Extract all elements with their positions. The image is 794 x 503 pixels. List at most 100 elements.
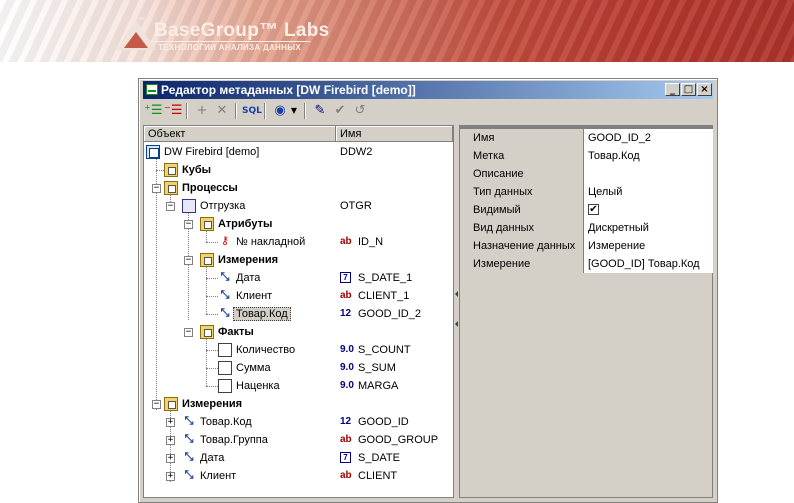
add-icon[interactable]: +: [193, 102, 211, 120]
tree-row[interactable]: + ⤡ Товар.Код 12 GOOD_ID: [144, 413, 453, 431]
collapse-icon[interactable]: −: [152, 400, 161, 409]
edit-icon[interactable]: ✎: [311, 102, 329, 120]
fact-icon: [218, 361, 232, 375]
tree-row[interactable]: ⚷ № накладной ab ID_N: [144, 233, 453, 251]
type-badge: 9.0: [340, 362, 354, 373]
toolbar-separator: [235, 103, 237, 119]
expand-icon[interactable]: +: [166, 418, 175, 427]
tree-row[interactable]: Сумма 9.0 S_SUM: [144, 359, 453, 377]
title-bar[interactable]: Редактор метаданных [DW Firebird [demo]]…: [143, 81, 713, 99]
tree-guide: [206, 278, 218, 279]
collapse-icon[interactable]: −: [184, 256, 193, 265]
splitter-arrow-icon: [455, 321, 458, 327]
tree-row[interactable]: − Факты: [144, 323, 453, 341]
remove-item-icon[interactable]: ⁻☰: [164, 102, 183, 120]
tree-row[interactable]: Наценка 9.0 MARGA: [144, 377, 453, 395]
expand-icon[interactable]: +: [166, 454, 175, 463]
tree-row-label: Количество: [236, 344, 296, 356]
tree-guide: [156, 170, 164, 171]
property-row[interactable]: Имя GOOD_ID_2: [462, 129, 713, 147]
close-button[interactable]: ×: [697, 83, 712, 96]
window-title: Редактор метаданных [DW Firebird [demo]]: [161, 83, 416, 97]
tree-row[interactable]: DW Firebird [demo] DDW2: [144, 143, 453, 161]
property-row[interactable]: Измерение [GOOD_ID] Товар.Код: [462, 255, 713, 273]
property-value[interactable]: [584, 165, 713, 183]
tree-row[interactable]: − Отгрузка OTGR: [144, 197, 453, 215]
tree-row[interactable]: Количество 9.0 S_COUNT: [144, 341, 453, 359]
add-item-icon[interactable]: ⁺☰: [144, 102, 163, 120]
tree-row[interactable]: − Измерения: [144, 395, 453, 413]
apply-icon[interactable]: ✔: [331, 102, 349, 120]
collapse-icon[interactable]: −: [184, 220, 193, 229]
type-badge: ab: [340, 470, 352, 481]
column-header-object[interactable]: Объект: [144, 126, 336, 142]
tree-row[interactable]: ⤡ Дата 7 S_DATE_1: [144, 269, 453, 287]
tree-guide: [206, 242, 218, 243]
property-key: Видимый: [462, 201, 584, 219]
tree-row[interactable]: − Процессы: [144, 179, 453, 197]
collapse-icon[interactable]: −: [184, 328, 193, 337]
expand-icon[interactable]: +: [166, 472, 175, 481]
undo-icon[interactable]: ↺: [351, 102, 369, 120]
tree-row[interactable]: Кубы: [144, 161, 453, 179]
tree-row-label: Кубы: [182, 164, 212, 176]
property-row[interactable]: Видимый ✔: [462, 201, 713, 219]
property-row[interactable]: Вид данных Дискретный: [462, 219, 713, 237]
folder-icon: [164, 397, 178, 411]
properties-panel: Имя GOOD_ID_2 Метка Товар.Код Описание Т…: [459, 125, 713, 498]
type-badge: 12: [340, 416, 352, 427]
toolbar-separator: [186, 103, 188, 119]
toolbar-separator: [304, 103, 306, 119]
tree-row-label: Клиент: [236, 290, 273, 302]
property-value[interactable]: Дискретный: [584, 219, 713, 237]
tree-guide: [206, 350, 218, 351]
property-row[interactable]: Назначение данных Измерение: [462, 237, 713, 255]
delete-icon[interactable]: ✕: [213, 102, 231, 120]
collapse-icon[interactable]: −: [166, 202, 175, 211]
tree-row-selected[interactable]: ⤡ Товар.Код 12 GOOD_ID_2: [144, 305, 453, 323]
tree-row-label: Факты: [218, 326, 254, 338]
tree-row[interactable]: + ⤡ Клиент ab CLIENT: [144, 467, 453, 485]
property-value[interactable]: Товар.Код: [584, 147, 713, 165]
tree-row-name: S_COUNT: [358, 344, 411, 356]
dropdown-icon[interactable]: ▼: [289, 102, 299, 120]
maximize-button[interactable]: □: [681, 83, 696, 96]
dimension-icon: ⤡: [184, 414, 194, 427]
key-attribute-icon: ⚷: [220, 234, 230, 247]
tree-row-name: GOOD_GROUP: [358, 434, 439, 446]
connect-icon[interactable]: ◉: [271, 102, 289, 120]
column-header-name[interactable]: Имя: [336, 126, 453, 142]
tree-row-label: DW Firebird [demo]: [164, 146, 260, 158]
type-badge: ab: [340, 236, 352, 247]
property-row[interactable]: Метка Товар.Код: [462, 147, 713, 165]
minimize-button[interactable]: _: [665, 83, 680, 96]
tree-row[interactable]: + ⤡ Дата 7 S_DATE: [144, 449, 453, 467]
tree-row[interactable]: − Измерения: [144, 251, 453, 269]
visible-checkbox[interactable]: ✔: [588, 204, 599, 215]
property-value[interactable]: Измерение: [584, 237, 713, 255]
app-icon: [146, 84, 158, 95]
tree-row-label: Товар.Код: [233, 307, 291, 321]
fact-icon: [218, 343, 232, 357]
tree-row[interactable]: + ⤡ Товар.Группа ab GOOD_GROUP: [144, 431, 453, 449]
property-key: Имя: [462, 129, 584, 147]
tree-row-label: Процессы: [182, 182, 238, 194]
property-row[interactable]: Тип данных Целый: [462, 183, 713, 201]
tree-row-label: Измерения: [218, 254, 279, 266]
logo-trademark: ™: [138, 17, 145, 24]
property-value[interactable]: [GOOD_ID] Товар.Код: [584, 255, 713, 273]
dimension-icon: ⤡: [184, 432, 194, 445]
tree-row[interactable]: − Атрибуты: [144, 215, 453, 233]
property-row[interactable]: Описание: [462, 165, 713, 183]
tree-row-name: S_DATE: [358, 452, 400, 464]
property-value[interactable]: GOOD_ID_2: [584, 129, 713, 147]
sql-icon[interactable]: SQL: [242, 102, 262, 120]
property-value-checkbox[interactable]: ✔: [584, 201, 713, 219]
tree-row-label: Отгрузка: [200, 200, 246, 212]
property-value[interactable]: Целый: [584, 183, 713, 201]
collapse-icon[interactable]: −: [152, 184, 161, 193]
tree-row[interactable]: ⤡ Клиент ab CLIENT_1: [144, 287, 453, 305]
expand-icon[interactable]: +: [166, 436, 175, 445]
object-tree[interactable]: Объект Имя DW Firebird [demo] DDW2 Кубы …: [143, 125, 454, 498]
toolbar-separator: [264, 103, 266, 119]
